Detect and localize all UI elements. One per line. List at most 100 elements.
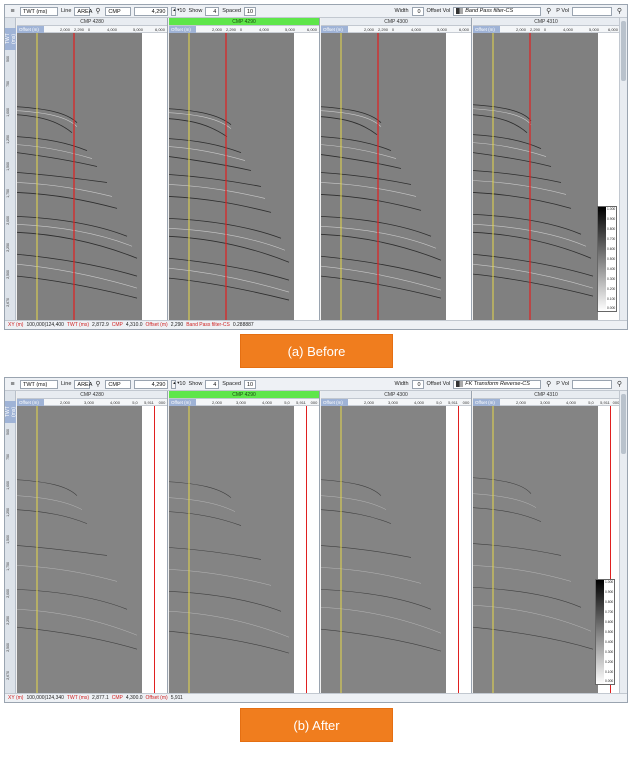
seismic-image[interactable] [473, 406, 598, 693]
list-icon[interactable]: ≡ [8, 380, 17, 389]
width-field[interactable]: 0 [411, 379, 424, 389]
spaced-field[interactable]: 10 [243, 6, 256, 16]
colorbar-label: 0.200 [605, 659, 614, 664]
status-xy-value: 100,000|124,340 [26, 695, 64, 701]
cmp-stepper[interactable]: ▲▼ [171, 379, 180, 389]
panel-header[interactable]: CMP 4280 [17, 18, 167, 26]
twt-tick: 2,250 [6, 616, 10, 625]
pvol-field[interactable] [572, 6, 612, 16]
panel-header[interactable]: CMP 4310 [473, 18, 619, 26]
offset-tick: 2,000 [363, 400, 375, 405]
area-field[interactable]: AREA [74, 379, 92, 389]
pvol-field[interactable] [572, 379, 612, 389]
search-icon[interactable]: ⚲ [615, 380, 624, 389]
vertical-domain-select[interactable]: TWT (ms) [20, 6, 58, 16]
spaced-field[interactable]: 10 [243, 379, 256, 389]
offset-axis: Offset (m) 2,000 2,290 0 4,000 5,000 6,0… [321, 26, 471, 33]
seismic-gather-after-3 [321, 406, 446, 693]
offset-axis: Offset (m) 2,000 2,290 0 4,000 5,000 6,0… [17, 26, 167, 33]
offset-tick: 5,911 [600, 400, 610, 405]
twt-axis-title: TWT (ms) [5, 28, 17, 50]
status-offset-label: Offset (m) [145, 695, 168, 701]
search-icon[interactable]: ⚲ [544, 7, 553, 16]
width-field[interactable]: 0 [411, 6, 424, 16]
offset-tick: 4,000 [106, 27, 118, 32]
cmp-select[interactable]: CMP [105, 6, 132, 16]
offset-tick: 4,000 [562, 27, 574, 32]
status-offset-value: 5,911 [170, 695, 183, 701]
vertical-scrollbar[interactable] [619, 391, 627, 693]
colorbar-label: 0.000 [607, 305, 616, 310]
offset-tick: 2,290 [377, 27, 389, 32]
cmp-value-field[interactable]: 4,290 [134, 379, 169, 389]
offset-axis-title: Offset (m) [321, 399, 348, 406]
offset-tick: 2,000 [211, 27, 223, 32]
show-field[interactable]: 4 [205, 6, 220, 16]
offset-tick: 000 [310, 400, 318, 405]
twt-tick: 2,670 [6, 298, 10, 307]
cmp-select[interactable]: CMP [105, 379, 132, 389]
offset-axis: Offset (m) 2,000 3,000 4,000 5,0 5,911 0… [169, 399, 319, 406]
offset-vol-select[interactable]: FK Transform Reverse-CS [453, 379, 542, 389]
scrollbar-thumb[interactable] [621, 394, 626, 454]
panel-header[interactable]: CMP 4300 [321, 18, 471, 26]
colorbar-label: 0.500 [605, 630, 614, 634]
offset-axis-title: Offset (m) [169, 399, 196, 406]
status-volume-value: 0.288887 [232, 322, 254, 328]
seismic-image[interactable] [321, 33, 446, 320]
seismic-image[interactable] [321, 406, 446, 693]
twt-axis-title: TWT (ms) [5, 401, 17, 423]
offset-tick: 0 [543, 27, 547, 32]
offset-tick: 5,911 [448, 400, 458, 405]
offset-axis-title: Offset (m) [169, 26, 196, 33]
seismic-image[interactable] [17, 33, 142, 320]
gather-panel-cmp-4280[interactable]: CMP 4280 Offset (m) 2,000 3,000 4,000 5,… [17, 391, 168, 693]
seismic-image[interactable] [169, 406, 294, 693]
offset-vol-select[interactable]: Band Pass filter-CS [453, 6, 542, 16]
width-label: Width [394, 8, 409, 14]
seismic-gather-before-3 [321, 33, 446, 320]
offset-tick: 4,000 [410, 27, 422, 32]
offset-tick: 2,290 [225, 27, 237, 32]
search-icon[interactable]: ⚲ [615, 7, 624, 16]
vertical-domain-select[interactable]: TWT (ms) [20, 379, 58, 389]
show-field[interactable]: 4 [205, 379, 220, 389]
twt-tick: 2,500 [6, 270, 10, 279]
panel-header[interactable]: CMP 4300 [321, 391, 471, 399]
panel-header[interactable]: CMP 4280 [17, 391, 167, 399]
pvol-label: P Vol [556, 381, 569, 387]
seismic-image[interactable] [17, 406, 142, 693]
offset-tick: 5,0 [436, 400, 442, 405]
offset-tick: 4,000 [413, 400, 425, 405]
gather-panel-cmp-4300[interactable]: CMP 4300 Offset (m) 2,000 2,290 0 4,000 … [321, 18, 472, 320]
offset-tick: 3,000 [539, 400, 551, 405]
panel-header-selected[interactable]: CMP 4290 [169, 18, 319, 26]
offset-tick: 2,000 [59, 27, 71, 32]
vertical-scrollbar[interactable] [619, 18, 627, 320]
twt-tick: 750 [6, 81, 10, 87]
search-icon[interactable]: ⚲ [544, 380, 553, 389]
gather-panel-cmp-4290[interactable]: CMP 4290 Offset (m) 2,000 3,000 4,000 5,… [169, 391, 320, 693]
scrollbar-thumb[interactable] [621, 21, 626, 81]
panel-header[interactable]: CMP 4310 [473, 391, 619, 399]
offset-tick: 000 [462, 400, 470, 405]
twt-tick: 500 [6, 429, 10, 435]
offset-axis-title: Offset (m) [473, 399, 500, 406]
twt-axis: TWT (ms) 500 750 1,000 1,250 1,500 1,750… [5, 391, 17, 693]
gather-panel-cmp-4280[interactable]: CMP 4280 Offset (m) 2,000 2,290 0 4,000 … [17, 18, 168, 320]
cmp-value-field[interactable]: 4,290 [134, 6, 169, 16]
cmp-stepper[interactable]: ▲▼ [171, 6, 180, 16]
gather-panel-cmp-4300[interactable]: CMP 4300 Offset (m) 2,000 3,000 4,000 5,… [321, 391, 472, 693]
area-field[interactable]: AREA [74, 6, 92, 16]
status-twt-value: 2,872.9 [92, 322, 109, 328]
seismic-image[interactable] [169, 33, 294, 320]
list-icon[interactable]: ≡ [8, 7, 17, 16]
seismic-image[interactable] [473, 33, 598, 320]
width-label: Width [394, 381, 409, 387]
search-icon[interactable]: ⚲ [93, 380, 102, 389]
panel-header-selected[interactable]: CMP 4290 [169, 391, 319, 399]
toolbar: ≡ TWT (ms) Line AREA ⚲ CMP 4,290 ▲▼ 10 S… [5, 5, 627, 18]
offset-tick: 5,911 [296, 400, 306, 405]
search-icon[interactable]: ⚲ [93, 7, 102, 16]
gather-panel-cmp-4290[interactable]: CMP 4290 Offset (m) 2,000 2,290 0 4,000 … [169, 18, 320, 320]
